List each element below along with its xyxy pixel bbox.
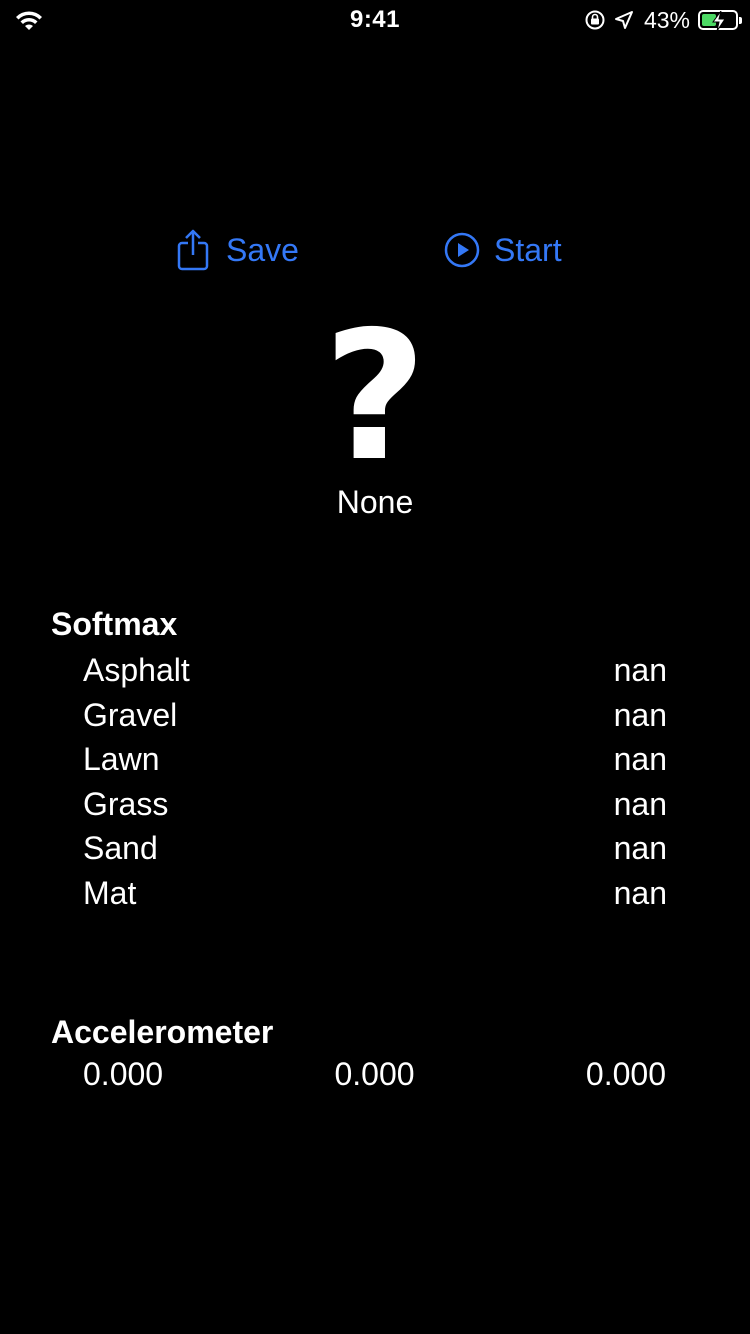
- softmax-row: Sand nan: [83, 828, 667, 873]
- start-button[interactable]: Start: [444, 226, 562, 274]
- class-label: Asphalt: [83, 652, 190, 688]
- accelerometer-x: 0.000: [83, 1056, 164, 1092]
- status-right-group: 43%: [584, 6, 742, 34]
- class-probability: nan: [613, 874, 667, 911]
- class-probability: nan: [613, 652, 667, 688]
- class-probability: nan: [613, 741, 667, 778]
- softmax-row: Lawn nan: [83, 739, 667, 784]
- class-label: Sand: [83, 830, 158, 867]
- class-probability: nan: [613, 696, 667, 733]
- battery-charging-icon: [698, 10, 742, 31]
- class-probability: nan: [613, 785, 667, 822]
- class-label: Grass: [83, 785, 169, 822]
- play-circle-icon: [444, 232, 480, 268]
- accelerometer-z: 0.000: [585, 1056, 666, 1092]
- class-probability: nan: [613, 830, 667, 867]
- start-label: Start: [494, 231, 562, 268]
- softmax-list: Asphalt nan Gravel nan Lawn nan Grass na…: [83, 650, 667, 918]
- charging-bolt-icon: [712, 11, 726, 31]
- softmax-row: Mat nan: [83, 873, 667, 918]
- battery-nub: [739, 17, 742, 24]
- status-bar: 9:41 43%: [0, 0, 750, 40]
- share-icon: [177, 229, 209, 271]
- accelerometer-y: 0.000: [334, 1056, 415, 1092]
- class-label: Gravel: [83, 696, 178, 733]
- orientation-lock-icon: [585, 10, 605, 30]
- question-mark-icon: ?: [323, 293, 427, 500]
- class-label: Lawn: [83, 741, 160, 778]
- softmax-row: Asphalt nan: [83, 650, 667, 695]
- softmax-row: Grass nan: [83, 784, 667, 829]
- location-arrow-icon: [614, 11, 633, 29]
- softmax-row: Gravel nan: [83, 695, 667, 740]
- class-label: Mat: [83, 874, 137, 911]
- save-label: Save: [226, 231, 299, 268]
- save-button[interactable]: Save: [176, 226, 299, 274]
- prediction-label: None: [336, 484, 414, 520]
- battery-percent: 43%: [643, 6, 690, 33]
- accelerometer-values: 0.000 0.000 0.000: [83, 1056, 666, 1093]
- accelerometer-title: Accelerometer: [51, 1014, 274, 1050]
- softmax-title: Softmax: [51, 606, 178, 642]
